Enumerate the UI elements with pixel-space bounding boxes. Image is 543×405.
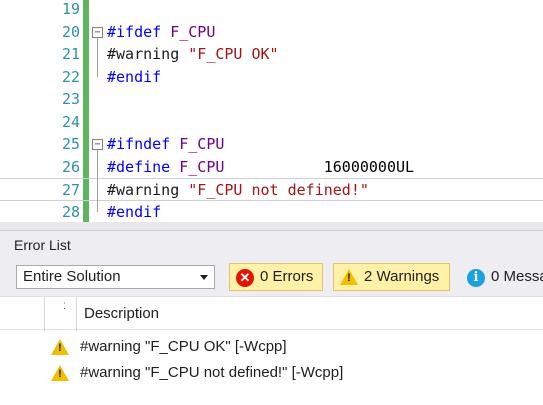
line-number: 22 (61, 67, 80, 86)
messages-filter-button[interactable]: i 0 Messa (460, 263, 543, 291)
error-list-toolbar: Entire Solution ✕ 0 Errors ! 2 Warnings … (0, 258, 543, 296)
code-token: 16000000UL (224, 157, 415, 176)
line-number: 28 (61, 202, 80, 221)
line-number: 25 (61, 135, 80, 153)
code-text: #define F_CPU 16000000UL (107, 156, 414, 179)
scope-dropdown-value: Entire Solution (23, 268, 121, 285)
error-list-title: Error List (0, 230, 543, 258)
code-text: #warning "F_CPU not defined!" (107, 179, 369, 202)
error-list-row[interactable]: ! #warning "F_CPU OK" [-Wcpp] (0, 334, 543, 360)
scope-dropdown[interactable]: Entire Solution (16, 265, 215, 289)
warning-icon: ! (51, 339, 69, 355)
fold-rail (97, 37, 98, 77)
code-token: "F_CPU not defined!" (188, 181, 369, 199)
line-number: 26 (61, 157, 80, 176)
fold-rail (97, 150, 98, 212)
code-token: #ifndef (107, 135, 171, 153)
code-token: #endif (107, 67, 162, 86)
error-description: #warning "F_CPU OK" [-Wcpp] (80, 338, 287, 355)
error-list-header: ⁚ Description (0, 296, 543, 331)
warnings-filter-label: 2 Warnings (364, 268, 440, 285)
code-line[interactable]: 27 #warning "F_CPU not defined!" (0, 178, 543, 201)
column-header-description[interactable]: Description (84, 297, 159, 331)
error-list-row[interactable]: ! #warning "F_CPU not defined!" [-Wcpp] (0, 360, 543, 386)
code-token: #define (107, 157, 171, 176)
errors-filter-label: 0 Errors (260, 268, 314, 285)
panel-splitter[interactable] (0, 222, 543, 230)
code-text: #endif (107, 201, 161, 223)
messages-filter-label: 0 Messa (491, 268, 543, 285)
code-token: #warning (107, 45, 180, 63)
code-line[interactable]: 26 #define F_CPU 16000000UL (0, 156, 543, 179)
line-number: 27 (61, 181, 80, 199)
line-number: 24 (61, 112, 80, 131)
error-icon: ✕ (236, 269, 254, 287)
sort-icon[interactable]: ⁚ (63, 302, 71, 311)
code-token: F_CPU (179, 135, 225, 153)
errors-filter-button[interactable]: ✕ 0 Errors (229, 263, 323, 291)
warning-icon: ! (51, 365, 69, 381)
line-number: 23 (61, 90, 80, 108)
code-line[interactable]: 25 − #ifndef F_CPU (0, 133, 543, 156)
code-editor[interactable]: 19 20− #ifdef F_CPU 21 #warning "F_CPU OK" 22… (0, 0, 543, 222)
collapse-icon[interactable]: − (92, 26, 103, 38)
line-number: 21 (61, 45, 80, 63)
error-description: #warning "F_CPU not defined!" [-Wcpp] (80, 364, 344, 381)
code-token: "F_CPU OK" (188, 45, 279, 63)
column-separator[interactable] (76, 297, 77, 331)
column-separator[interactable] (44, 297, 45, 331)
code-line[interactable]: 22 #endif (0, 66, 543, 89)
info-icon: i (467, 269, 485, 287)
code-text: #ifndef F_CPU (107, 133, 224, 156)
warning-icon: ! (340, 269, 358, 285)
line-number: 19 (61, 0, 80, 18)
line-number: 20 (61, 22, 80, 41)
code-line[interactable]: 21 #warning "F_CPU OK" (0, 43, 543, 66)
code-line[interactable]: 23 (0, 88, 543, 111)
code-text: #ifdef F_CPU (107, 21, 215, 44)
code-token: F_CPU (170, 22, 216, 41)
code-line[interactable]: 20− #ifdef F_CPU (0, 21, 543, 44)
code-text: #endif (107, 66, 161, 89)
code-token: #endif (107, 202, 162, 221)
code-token: F_CPU (179, 157, 225, 176)
code-text: #warning "F_CPU OK" (107, 43, 279, 66)
code-token: #ifdef (107, 22, 162, 41)
collapse-icon[interactable]: − (92, 139, 103, 150)
code-line[interactable]: 28 #endif (0, 201, 543, 223)
code-line[interactable]: 19 (0, 0, 543, 21)
warnings-filter-button[interactable]: ! 2 Warnings (333, 263, 450, 291)
chevron-down-icon (200, 275, 208, 280)
code-line[interactable]: 24 (0, 111, 543, 134)
code-token: #warning (107, 181, 180, 199)
